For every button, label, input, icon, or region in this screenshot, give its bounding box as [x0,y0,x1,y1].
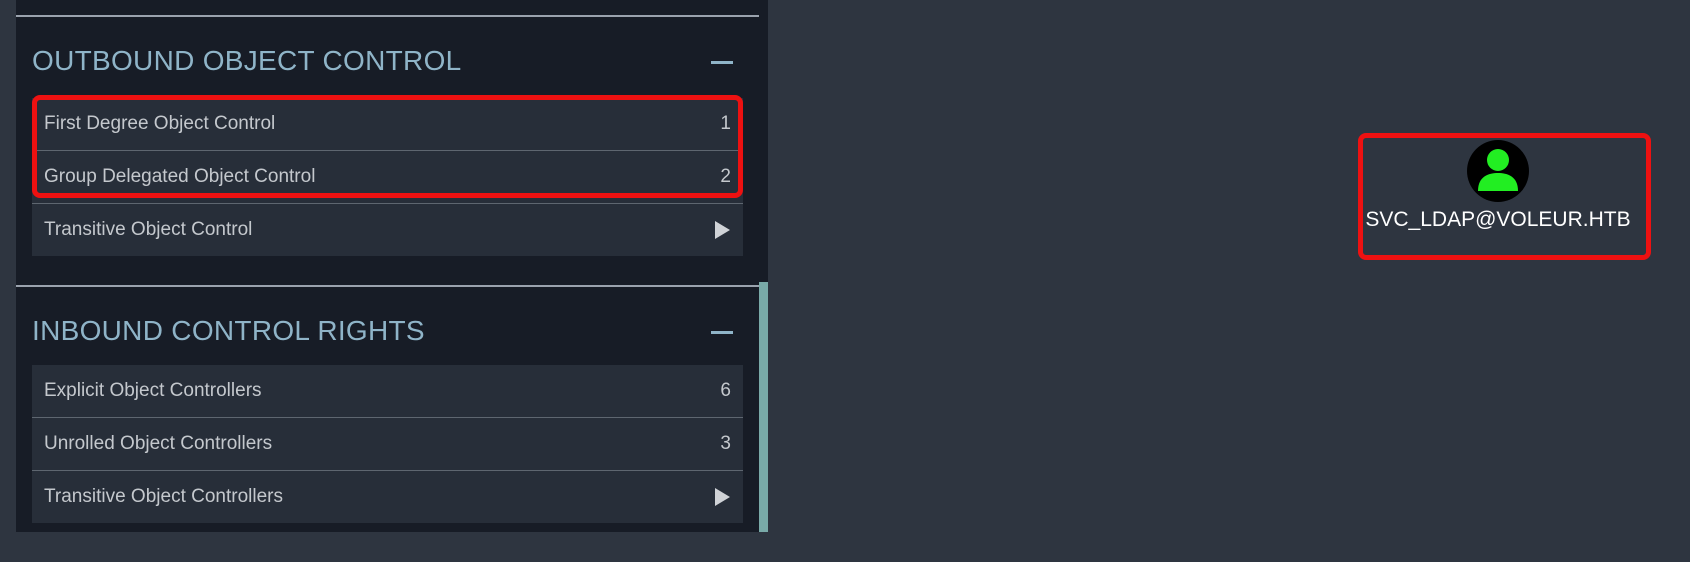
row-first-degree-object-control[interactable]: First Degree Object Control 1 [32,98,743,151]
play-arrow-icon[interactable] [715,221,730,239]
outbound-section-title[interactable]: OUTBOUND OBJECT CONTROL [32,45,462,77]
row-label: Explicit Object Controllers [44,380,262,401]
outbound-rows: First Degree Object Control 1 Group Dele… [32,98,743,256]
row-label: First Degree Object Control [44,113,276,134]
row-label: Transitive Object Controllers [44,486,283,507]
outbound-collapse-button[interactable] [711,52,733,74]
row-count: 2 [720,166,731,187]
row-label: Group Delegated Object Control [44,166,316,187]
row-label: Unrolled Object Controllers [44,433,273,454]
inbound-collapse-button[interactable] [711,322,733,344]
minus-icon [711,331,733,334]
minus-icon [711,61,733,64]
section-divider [16,15,759,17]
row-count: 1 [720,113,731,134]
inbound-rows: Explicit Object Controllers 6 Unrolled O… [32,365,743,523]
row-count: 6 [720,380,731,401]
row-group-delegated-object-control[interactable]: Group Delegated Object Control 2 [32,151,743,204]
row-unrolled-object-controllers[interactable]: Unrolled Object Controllers 3 [32,418,743,471]
panel-scrollbar[interactable] [759,282,768,532]
row-explicit-object-controllers[interactable]: Explicit Object Controllers 6 [32,365,743,418]
row-transitive-object-control[interactable]: Transitive Object Control [32,204,743,256]
section-divider [16,285,759,287]
user-icon-graphic [1478,149,1518,191]
play-arrow-icon[interactable] [715,488,730,506]
graph-node-label[interactable]: SVC_LDAP@VOLEUR.HTB [1358,208,1638,232]
user-icon[interactable] [1467,140,1529,202]
row-count: 3 [720,433,731,454]
row-transitive-object-controllers[interactable]: Transitive Object Controllers [32,471,743,523]
inbound-section-title[interactable]: INBOUND CONTROL RIGHTS [32,315,425,347]
row-label: Transitive Object Control [44,219,253,240]
